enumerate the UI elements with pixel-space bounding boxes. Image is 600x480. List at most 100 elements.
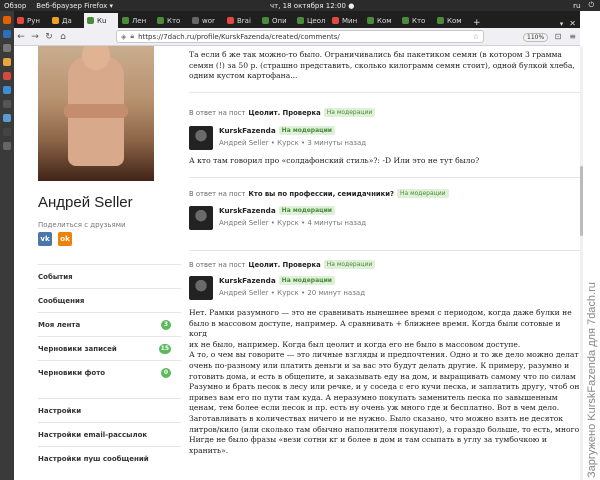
menu-hamburger-icon[interactable]: ≡ (569, 32, 576, 41)
firefox-dock-icon[interactable] (3, 16, 11, 24)
sidebar-menu-item[interactable]: Черновики записей 15 (38, 336, 181, 360)
reload-icon[interactable]: ↻ (42, 32, 56, 42)
browser-tab-strip: Рун Да Кu Лен Кто wor Brai Опи Цеол Мин Ком Кто Ком … (14, 11, 580, 28)
moderation-badge: На модерации (278, 126, 335, 135)
extension-icon[interactable]: ⊡ (555, 32, 562, 41)
sidebar-menu-item[interactable]: Черновики фото 0 (38, 360, 181, 384)
author-name[interactable]: KurskFazenda (219, 276, 276, 285)
author-meta: Андрей Seller • Курск • 4 минуты назад (219, 219, 367, 227)
lock-icon[interactable]: 🔒︎ (130, 32, 134, 41)
divider (189, 250, 580, 251)
url-bar[interactable]: ◈ 🔒︎ https://7dach.ru/profile/KurskFazen… (116, 30, 549, 43)
mail-dock-icon[interactable] (3, 30, 11, 38)
moderation-badge: На модерации (323, 260, 376, 269)
sidebar-menu-item[interactable]: Сообщения (38, 288, 181, 312)
forward-icon[interactable]: → (28, 32, 42, 42)
home-icon[interactable]: ⌂ (56, 32, 70, 42)
tab-favicon-icon (297, 17, 304, 24)
comment-author: KurskFazenda На модерации Андрей Seller •… (189, 206, 366, 230)
tracking-shield-icon[interactable]: ◈ (121, 33, 126, 41)
post-link[interactable]: Цеолит. Проверка (248, 261, 320, 269)
os-activities-button[interactable]: Обзор (4, 2, 26, 10)
comment-text: Та если б же так можно-то было. Ограничи… (189, 50, 575, 81)
os-top-bar: Обзор Веб-браузер Firefox ▾ чт, 18 октяб… (0, 0, 600, 11)
back-icon[interactable]: ← (14, 32, 28, 42)
author-name[interactable]: KurskFazenda (219, 126, 276, 135)
os-app-menu[interactable]: Веб-браузер Firefox ▾ (36, 2, 113, 10)
browser-tab[interactable]: Кто (154, 13, 188, 28)
browser-tab[interactable]: Лен (119, 13, 153, 28)
sidebar-menu-item[interactable]: События (38, 264, 181, 288)
app-dock-icon-2[interactable] (3, 72, 11, 80)
sidebar-menu-item[interactable]: Настройки (38, 398, 181, 422)
tab-list-dropdown-icon[interactable]: ▾ (560, 20, 564, 28)
browser-tab[interactable]: Ком (434, 13, 468, 28)
bookmark-star-icon[interactable]: ☆ (473, 33, 479, 41)
browser-tab[interactable]: Цеол (294, 13, 328, 28)
tab-label: Да (62, 16, 72, 25)
new-tab-button[interactable]: + (473, 18, 481, 28)
post-link[interactable]: Кто вы по профессии, семидачники? (248, 190, 394, 198)
profile-sidebar: Андрей Seller Поделиться с друзьями vk o… (38, 46, 181, 480)
sidebar-menu-label: Настройки пуш сообщений (38, 454, 149, 463)
tab-favicon-icon (52, 17, 59, 24)
ok-share-icon[interactable]: ok (58, 232, 72, 246)
tab-favicon-icon (87, 17, 94, 24)
moderation-badge: На модерации (323, 108, 376, 117)
os-lang-indicator[interactable]: ru (573, 2, 580, 10)
app-dock-icon-5[interactable] (3, 114, 11, 122)
reply-to-line: В ответ на пост Кто вы по профессии, сем… (189, 189, 449, 198)
browser-tab[interactable]: Мин (329, 13, 363, 28)
vk-share-icon[interactable]: vk (38, 232, 52, 246)
moderation-badge: На модерации (278, 206, 335, 215)
tab-favicon-icon (402, 17, 409, 24)
profile-photo[interactable] (38, 46, 154, 181)
browser-tab[interactable]: Кто (399, 13, 433, 28)
avatar[interactable] (189, 276, 213, 300)
reply-to-line: В ответ на пост Цеолит. Проверка На моде… (189, 108, 376, 117)
author-name[interactable]: KurskFazenda (219, 206, 276, 215)
web-page: Андрей Seller Поделиться с друзьями vk o… (14, 46, 580, 480)
post-link[interactable]: Цеолит. Проверка (248, 109, 320, 117)
app-dock-icon[interactable] (3, 58, 11, 66)
avatar[interactable] (189, 126, 213, 150)
sidebar-menu-label: События (38, 272, 73, 281)
sidebar-menu-item[interactable]: Настройки email-рассылок (38, 422, 181, 446)
watermark-strip: Заргужено KurskFazenda для 7dach.ru (583, 0, 600, 480)
sidebar-menu-label: Настройки email-рассылок (38, 430, 148, 439)
app-dock-icon-7[interactable] (3, 142, 11, 150)
url-text[interactable]: https://7dach.ru/profile/KurskFazenda/cr… (138, 33, 340, 41)
sidebar-menu-item[interactable]: Настройки пуш сообщений (38, 446, 181, 470)
sidebar-menu-label: Сообщения (38, 296, 85, 305)
tab-label: Лен (132, 16, 147, 25)
app-dock-icon-3[interactable] (3, 86, 11, 94)
browser-nav-bar: ← → ↻ ⌂ ◈ 🔒︎ https://7dach.ru/profile/Ku… (14, 28, 580, 46)
tab-favicon-icon (332, 17, 339, 24)
sidebar-menu-item[interactable]: Моя лента 3 (38, 312, 181, 336)
zoom-indicator[interactable]: 110% (523, 33, 549, 42)
files-dock-icon[interactable] (3, 44, 11, 52)
tab-label: Рун (27, 16, 40, 25)
browser-tab[interactable]: wor (189, 13, 223, 28)
browser-tab[interactable]: Brai (224, 13, 258, 28)
avatar[interactable] (189, 206, 213, 230)
browser-tab[interactable]: Кu (84, 13, 118, 28)
app-dock-icon-6[interactable] (3, 128, 11, 136)
moderation-badge: На модерации (397, 189, 449, 198)
tab-label: Кто (412, 16, 426, 25)
sidebar-menu-label: Черновики фото (38, 368, 106, 377)
tab-favicon-icon (157, 17, 164, 24)
os-clock[interactable]: чт, 18 октября 12:00 ● (270, 2, 354, 10)
sidebar-menu-label: Черновики записей (38, 344, 117, 353)
browser-tab[interactable]: Опи (259, 13, 293, 28)
divider (189, 177, 580, 178)
sidebar-menu-label: Настройки (38, 406, 82, 415)
browser-tab[interactable]: Ком (364, 13, 398, 28)
tab-label: wor (202, 16, 215, 25)
browser-tab[interactable]: Рун (14, 13, 48, 28)
app-dock-icon-4[interactable] (3, 100, 11, 108)
tab-favicon-icon (437, 17, 444, 24)
tab-label: Цеол (307, 16, 326, 25)
window-close-icon[interactable]: ✕ (569, 19, 576, 28)
browser-tab[interactable]: Да (49, 13, 83, 28)
